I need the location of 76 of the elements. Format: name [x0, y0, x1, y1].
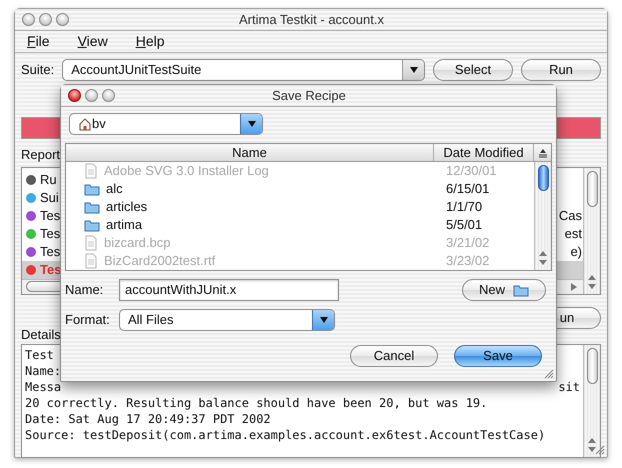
- file-date: 5/5/01: [445, 216, 482, 234]
- vertical-scrollbar[interactable]: [583, 168, 600, 294]
- detail-line: Name:: [25, 363, 62, 379]
- tree-item[interactable]: Tes: [40, 206, 60, 226]
- row-text: est: [564, 224, 582, 243]
- menu-item[interactable]: View: [78, 31, 108, 52]
- field-label: Name:: [65, 281, 104, 300]
- file-name[interactable]: artima: [106, 215, 142, 235]
- up-arrow-icon[interactable]: [587, 436, 597, 445]
- folder-icon: [84, 218, 100, 232]
- detail-line: Date: Sat Aug 17 20:49:37 PDT 2002: [25, 411, 271, 427]
- field-label: Suite:: [21, 61, 54, 80]
- zoom-button[interactable]: [56, 13, 69, 26]
- scroll-thumb[interactable]: [538, 165, 548, 191]
- suite-dropdown[interactable]: AccountJUnitTestSuite: [62, 59, 425, 81]
- resize-grip-icon[interactable]: [542, 367, 554, 379]
- folder-icon: [84, 182, 100, 196]
- detail-line: sit: [558, 379, 580, 395]
- house-icon: [78, 117, 92, 131]
- down-arrow-icon[interactable]: [587, 282, 597, 290]
- right-arrow-icon[interactable]: [569, 282, 579, 292]
- field-label: Format:: [65, 311, 111, 330]
- minimize-button[interactable]: [85, 89, 98, 102]
- detail-line: 20 correctly. Resulting balance should have been 20, but was 19.: [25, 395, 488, 411]
- scroll-thumb[interactable]: [586, 348, 598, 384]
- menu-item[interactable]: File: [27, 31, 50, 52]
- detail-line: Source: testDeposit(com.artima.examples.account.ex6test.AccountTestCase): [25, 427, 546, 443]
- tree-item[interactable]: Tes: [40, 224, 60, 244]
- up-arrow-icon[interactable]: [538, 249, 548, 258]
- resize-grip-icon[interactable]: [593, 443, 605, 455]
- section-label: Details: [21, 326, 61, 344]
- caret-icon: [318, 315, 328, 325]
- section-label: Report: [21, 146, 60, 164]
- file-date: 12/30/01: [445, 162, 497, 180]
- window-title: Artima Testkit - account.x: [238, 10, 385, 29]
- column-header[interactable]: Name: [66, 144, 434, 161]
- vertical-scrollbar[interactable]: [534, 162, 551, 270]
- folder-dropdown[interactable]: bv: [69, 113, 263, 135]
- menu-item[interactable]: Help: [136, 31, 164, 52]
- caret-icon: [246, 119, 256, 129]
- tree-item[interactable]: Tes: [40, 242, 60, 262]
- file-date: 1/1/70: [445, 198, 482, 216]
- push-button[interactable]: Select: [433, 59, 513, 81]
- push-button[interactable]: Save: [454, 345, 542, 367]
- file-name[interactable]: alc: [106, 179, 123, 199]
- vertical-scrollbar[interactable]: [583, 345, 600, 457]
- detail-line: Test: [25, 347, 54, 363]
- tree-item[interactable]: Ru: [40, 170, 57, 190]
- row-text: Cas: [558, 206, 582, 225]
- caret-icon: [408, 65, 418, 75]
- folder-icon: [513, 283, 529, 297]
- push-button[interactable]: Cancel: [350, 345, 438, 367]
- format-dropdown[interactable]: All Files: [119, 309, 335, 331]
- scroll-thumb[interactable]: [586, 170, 598, 206]
- name-input-field[interactable]: accountWithJUnit.x: [119, 279, 339, 301]
- file-date: 3/23/02: [445, 252, 490, 270]
- new-folder-button[interactable]: New: [462, 279, 546, 301]
- minimize-button[interactable]: [39, 13, 52, 26]
- file-date: 3/21/02: [445, 234, 490, 252]
- up-arrow-icon[interactable]: [587, 272, 597, 282]
- detail-line: Messa: [25, 379, 62, 395]
- window-title: Save Recipe: [271, 86, 347, 105]
- document-icon: [84, 235, 98, 251]
- folder-icon: [84, 200, 100, 214]
- zoom-button[interactable]: [102, 89, 115, 102]
- file-name[interactable]: articles: [106, 197, 148, 217]
- file-date: 6/15/01: [445, 180, 490, 198]
- column-header[interactable]: Date Modified: [434, 144, 534, 161]
- push-button[interactable]: Run: [521, 59, 601, 81]
- tree-item[interactable]: Sui: [40, 188, 59, 208]
- down-arrow-icon[interactable]: [538, 258, 548, 267]
- close-button[interactable]: [68, 89, 81, 102]
- down-arrow-icon[interactable]: [587, 445, 597, 454]
- document-icon: [84, 163, 98, 179]
- row-text: e): [570, 242, 582, 261]
- sort-icon[interactable]: [538, 148, 548, 158]
